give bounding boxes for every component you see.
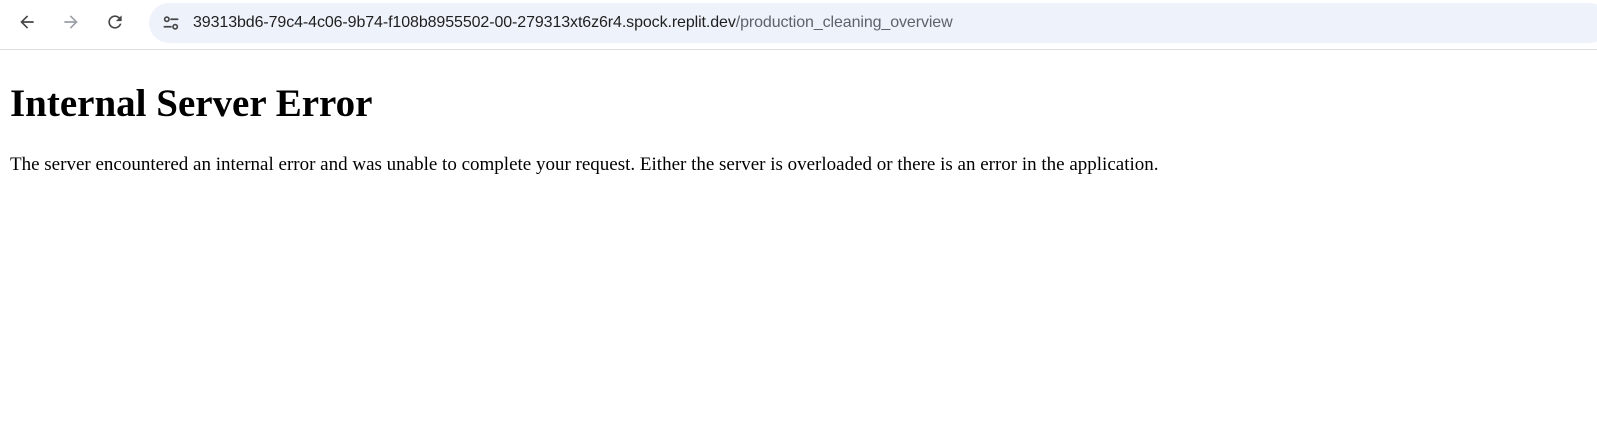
forward-button[interactable]: [54, 5, 88, 39]
url-host: 39313bd6-79c4-4c06-9b74-f108b8955502-00-…: [193, 14, 736, 31]
page-content: Internal Server Error The server encount…: [10, 52, 1597, 176]
back-button[interactable]: [10, 5, 44, 39]
url-text[interactable]: 39313bd6-79c4-4c06-9b74-f108b8955502-00-…: [193, 3, 953, 43]
browser-toolbar: 39313bd6-79c4-4c06-9b74-f108b8955502-00-…: [0, 0, 1597, 50]
reload-icon: [108, 15, 122, 29]
tune-icon: [163, 16, 179, 30]
arrow-left-icon: [20, 15, 34, 29]
arrow-right-icon: [64, 15, 78, 29]
error-heading: Internal Server Error: [10, 82, 373, 125]
site-info-button[interactable]: [155, 7, 187, 39]
url-path: /production_cleaning_overview: [735, 14, 953, 31]
error-message: The server encountered an internal error…: [10, 154, 1159, 175]
reload-button[interactable]: [98, 5, 132, 39]
address-bar[interactable]: 39313bd6-79c4-4c06-9b74-f108b8955502-00-…: [149, 3, 1597, 43]
